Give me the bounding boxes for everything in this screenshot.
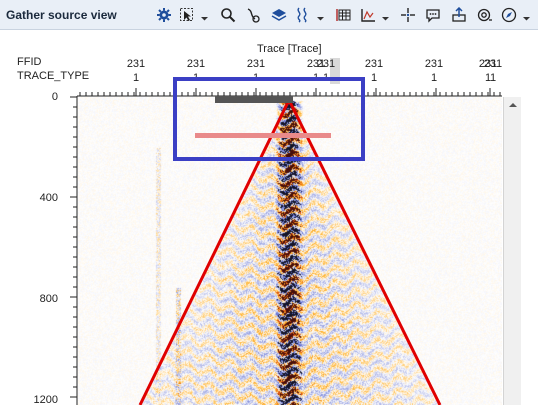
annotation-overlay: [138, 77, 442, 405]
dark-marker-bar[interactable]: [215, 96, 293, 103]
selection-box[interactable]: [173, 77, 365, 161]
pink-marker-bar[interactable]: [195, 133, 331, 138]
mute-line-left[interactable]: [138, 99, 291, 405]
vertical-scrollbar[interactable]: [503, 97, 521, 405]
scroll-up-arrow-icon[interactable]: [504, 97, 521, 112]
